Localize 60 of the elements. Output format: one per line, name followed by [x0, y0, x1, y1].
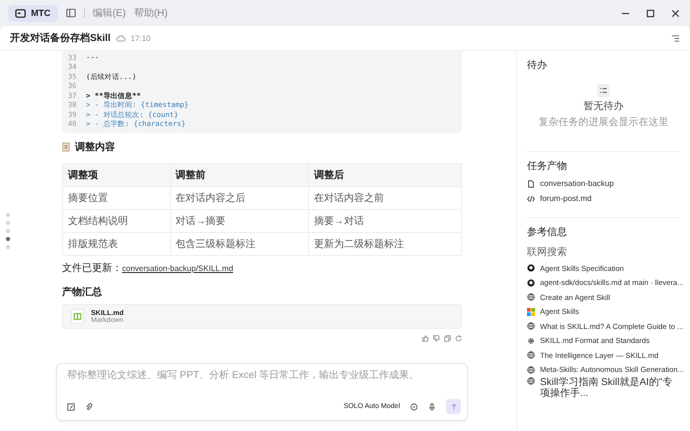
microphone-icon[interactable] [428, 402, 436, 410]
file-updated-label: 文件已更新： [62, 262, 122, 275]
table-cell: 摘要→对话 [308, 210, 462, 232]
table-cell: 文档结构说明 [62, 210, 170, 232]
output-item[interactable]: forum-post.md [527, 194, 680, 203]
todo-title: 待办 [527, 58, 548, 72]
list-toggle-icon[interactable] [671, 34, 680, 42]
app-tab[interactable]: MTC [8, 4, 58, 22]
column-header: 调整前 [170, 164, 308, 186]
thumbs-up-icon[interactable] [422, 335, 429, 342]
copy-icon[interactable] [444, 335, 451, 342]
section-heading: 调整内容 [75, 140, 115, 154]
table-cell: 在对话内容之后 [170, 186, 308, 210]
column-header: 调整后 [308, 164, 462, 186]
globe-icon [527, 377, 535, 385]
globe-icon [527, 351, 535, 360]
document-icon [62, 142, 70, 152]
page-dot[interactable] [6, 245, 10, 249]
page-dot[interactable] [6, 229, 10, 233]
globe-icon [527, 322, 535, 330]
gear-icon [527, 336, 535, 345]
code-icon [527, 194, 535, 202]
page-dot[interactable] [6, 237, 10, 241]
table-cell: 对话→摘要 [170, 210, 308, 232]
outputs-title: 任务产物 [527, 160, 568, 173]
output-item[interactable]: conversation-backup [527, 179, 680, 188]
thumbs-down-icon[interactable] [433, 335, 440, 342]
terminal-icon [15, 8, 26, 18]
artifacts-heading: 产物汇总 [62, 286, 103, 299]
table-cell: 摘要位置 [62, 186, 170, 210]
table-cell: 更新为二级标题标注 [308, 232, 462, 256]
page-dot[interactable] [6, 221, 10, 225]
web-search-label: 联网搜索 [527, 246, 568, 259]
table-cell: 排版规范表 [62, 232, 170, 256]
globe-icon [527, 293, 535, 302]
four-squares-icon [527, 308, 535, 316]
references-title: 参考信息 [527, 226, 568, 239]
table-cell: 包含三级标题标注 [170, 232, 308, 256]
chat-bubble-icon[interactable] [410, 402, 418, 410]
edit-square-icon[interactable] [67, 402, 75, 410]
globe-icon [527, 366, 535, 374]
checklist-icon [597, 84, 610, 97]
empty-hint: 复杂任务的进展会显示在这里 [538, 116, 668, 129]
close-icon[interactable] [671, 8, 680, 18]
refresh-icon[interactable] [455, 335, 462, 342]
empty-title: 暂无待办 [584, 100, 624, 113]
arrow-up-icon [450, 402, 458, 410]
markdown-file-icon [71, 309, 84, 324]
paperclip-icon[interactable] [85, 402, 93, 410]
table-cell: 在对话内容之前 [308, 186, 462, 210]
cloud-icon [116, 34, 126, 42]
file-icon [527, 180, 535, 188]
page-dot[interactable] [6, 213, 10, 217]
reference-link[interactable]: Skill学习指南 Skill就是AI的"专项操作手... [527, 377, 680, 399]
maximize-icon[interactable] [646, 8, 655, 18]
file-link[interactable]: conversation-backup/SKILL.md [122, 264, 234, 272]
conversation-title: 开发对话备份存档Skill [10, 32, 111, 45]
column-header: 调整项 [62, 164, 170, 186]
conversation-time: 17:10 [130, 34, 151, 42]
sidebar-toggle-icon[interactable] [66, 8, 76, 18]
